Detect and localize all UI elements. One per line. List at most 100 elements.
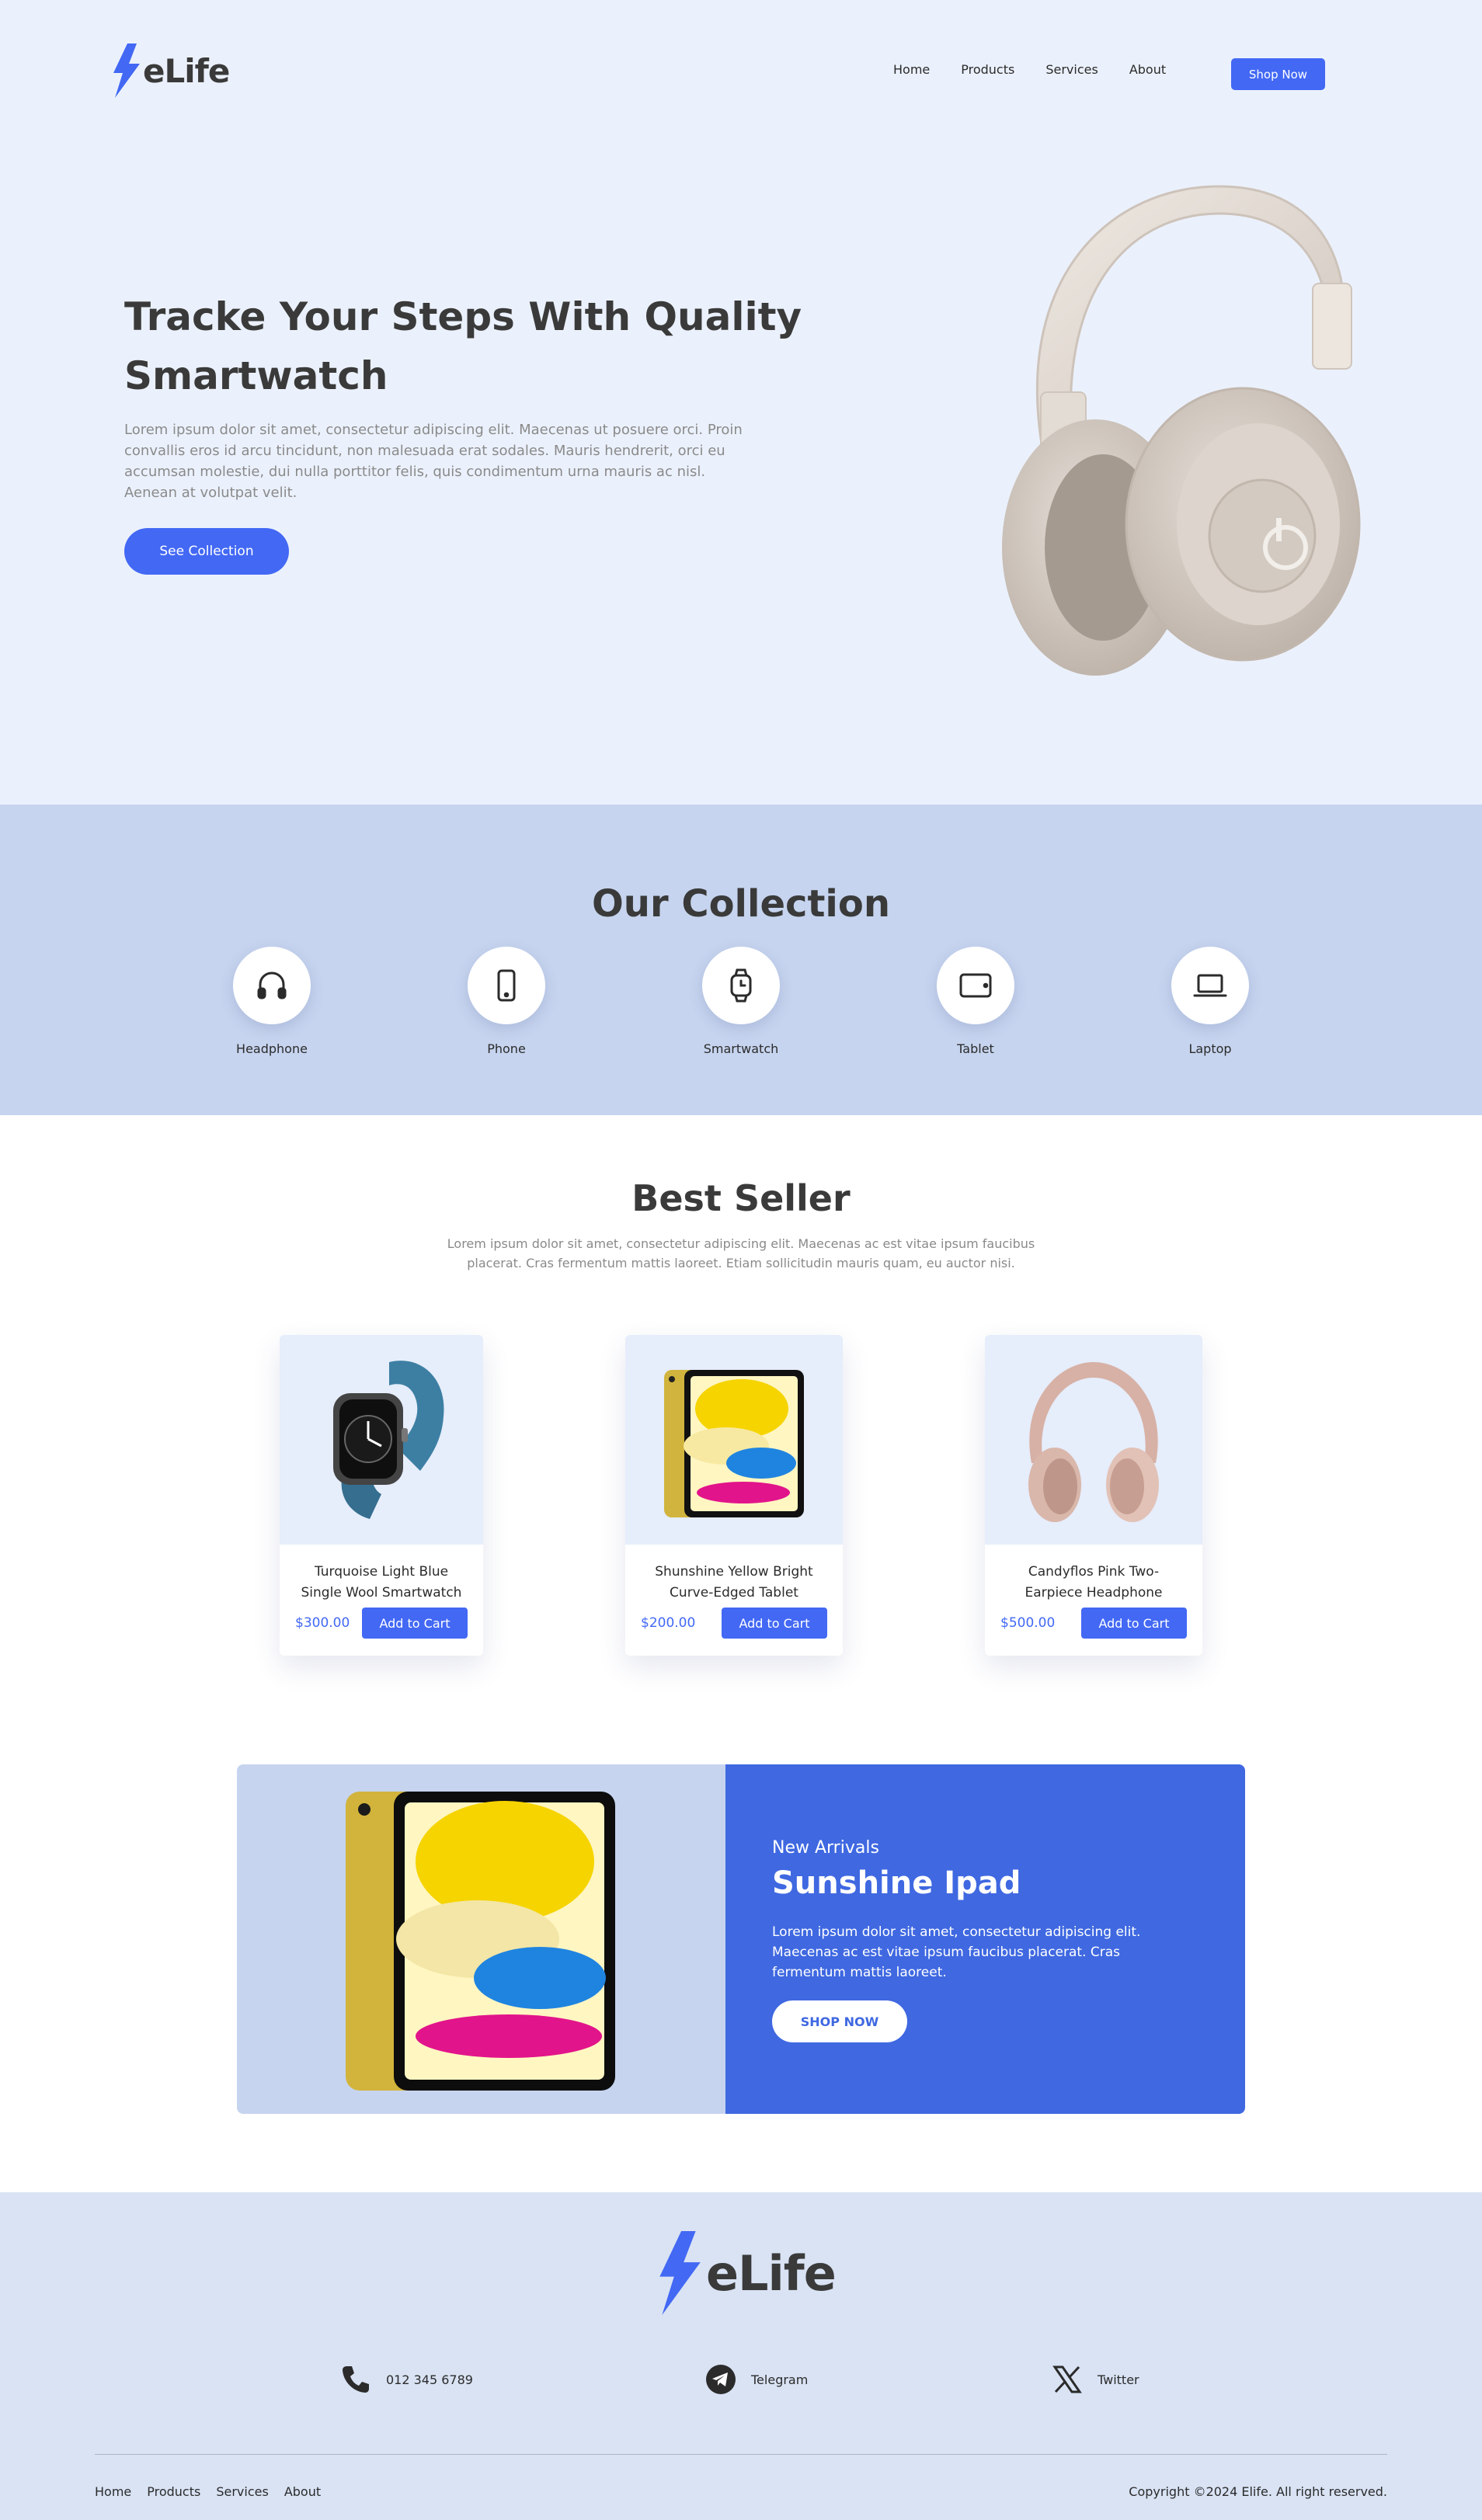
collection-label: Laptop	[1188, 1041, 1232, 1056]
nav-services[interactable]: Services	[1045, 62, 1098, 77]
footer-logo[interactable]: eLife	[655, 2231, 837, 2315]
main-nav: Home Products Services About	[893, 62, 1166, 77]
product-price: $300.00	[295, 1615, 350, 1631]
phone-handset-icon	[339, 2363, 372, 2396]
product-image	[985, 1335, 1202, 1545]
collection-label: Smartwatch	[703, 1041, 779, 1056]
product-name-line: Curve-Edged Tablet	[670, 1585, 798, 1601]
collection-label: Phone	[487, 1041, 526, 1056]
contact-twitter[interactable]: Twitter	[1051, 2363, 1139, 2396]
footer: eLife 012 345 6789 Telegram Twitter Home…	[0, 2192, 1482, 2520]
best-seller-title: Best Seller	[631, 1177, 851, 1219]
footer-nav: Home Products Services About	[95, 2484, 336, 2499]
phone-icon	[497, 969, 516, 1002]
product-name-line: Earpiece Headphone	[1025, 1585, 1163, 1601]
collection-icon-circle	[468, 947, 545, 1024]
footer-nav-home[interactable]: Home	[95, 2484, 131, 2499]
hero-desc-line: Lorem ipsum dolor sit amet, consectetur …	[124, 422, 743, 438]
add-to-cart-button[interactable]: Add to Cart	[722, 1608, 827, 1639]
product-image	[280, 1335, 483, 1545]
shop-now-button[interactable]: Shop Now	[1231, 58, 1325, 90]
copyright: Copyright ©2024 Elife. All right reserve…	[1129, 2484, 1387, 2499]
footer-nav-products[interactable]: Products	[147, 2484, 200, 2499]
x-twitter-icon	[1051, 2363, 1084, 2396]
contact-phone-text: 012 345 6789	[386, 2372, 473, 2387]
lightning-bolt-icon	[113, 43, 140, 98]
product-name-line: Candyflos Pink Two-	[1028, 1564, 1160, 1580]
footer-divider	[95, 2454, 1387, 2455]
product-price: $200.00	[641, 1615, 696, 1631]
see-collection-button[interactable]: See Collection	[124, 528, 289, 575]
hero-desc-line: accumsan molestie, dui nulla porttitor f…	[124, 464, 706, 480]
product-name-line: Turquoise Light Blue	[314, 1564, 449, 1580]
hero-title-line-1: Tracke Your Steps With Quality	[124, 294, 802, 339]
collection-icon-circle	[1171, 947, 1249, 1024]
smartwatch-image	[333, 1361, 444, 1519]
hero-desc-line: Aenean at volutpat velit.	[124, 485, 297, 501]
promo-description: Lorem ipsum dolor sit amet, consectetur …	[772, 1922, 1207, 1983]
hero-desc-line: convallis eros id arcu tincidunt, non ma…	[124, 443, 725, 459]
best-desc-line: placerat. Cras fermentum mattis laoreet.…	[467, 1256, 1015, 1270]
brand-name: eLife	[706, 2244, 837, 2302]
collection-section: Our Collection Headphone Phone Smartwatc…	[0, 805, 1482, 1115]
telegram-icon	[704, 2363, 737, 2396]
hero-title: Tracke Your Steps With Quality Smartwatc…	[124, 287, 808, 405]
product-name: Turquoise Light Blue Single Wool Smartwa…	[280, 1562, 483, 1604]
hero-section: eLife Home Products Services About Shop …	[0, 0, 1482, 805]
product-name: Shunshine Yellow Bright Curve-Edged Tabl…	[625, 1562, 843, 1604]
product-price: $500.00	[1000, 1615, 1056, 1631]
laptop-icon	[1193, 974, 1227, 997]
header-logo[interactable]: eLife	[110, 43, 230, 98]
best-seller-description: Lorem ipsum dolor sit amet, consectetur …	[0, 1234, 1482, 1273]
nav-about[interactable]: About	[1129, 62, 1166, 77]
collection-item-laptop[interactable]: Laptop	[1140, 947, 1280, 1056]
product-image	[625, 1335, 843, 1545]
footer-nav-about[interactable]: About	[284, 2484, 321, 2499]
promo-desc-line: Lorem ipsum dolor sit amet, consectetur …	[772, 1924, 1141, 1940]
nav-products[interactable]: Products	[961, 62, 1014, 77]
collection-icon-circle	[233, 947, 311, 1024]
collection-item-headphone[interactable]: Headphone	[202, 947, 342, 1056]
hero-title-line-2: Smartwatch	[124, 353, 388, 398]
headphone-icon	[257, 972, 287, 999]
ipad-image	[345, 1792, 615, 2091]
contact-phone[interactable]: 012 345 6789	[339, 2363, 473, 2396]
collection-label: Tablet	[957, 1041, 994, 1056]
promo-shop-now-button[interactable]: SHOP NOW	[772, 2000, 907, 2042]
promo-text-panel: New Arrivals Sunshine Ipad Lorem ipsum d…	[725, 1764, 1245, 2114]
add-to-cart-button[interactable]: Add to Cart	[362, 1608, 468, 1639]
new-arrivals-banner: New Arrivals Sunshine Ipad Lorem ipsum d…	[237, 1764, 1245, 2114]
headphone-image	[1028, 1362, 1159, 1522]
product-card: Shunshine Yellow Bright Curve-Edged Tabl…	[625, 1335, 843, 1656]
tablet-icon	[959, 973, 992, 998]
collection-title: Our Collection	[591, 882, 891, 926]
product-footer: $500.00 Add to Cart	[1000, 1608, 1187, 1639]
product-card: Candyflos Pink Two- Earpiece Headphone $…	[985, 1335, 1202, 1656]
product-name-line: Single Wool Smartwatch	[301, 1585, 462, 1601]
collection-item-phone[interactable]: Phone	[437, 947, 576, 1056]
nav-home[interactable]: Home	[893, 62, 930, 77]
collection-icon-circle	[702, 947, 780, 1024]
promo-desc-line: fermentum mattis laoreet.	[772, 1965, 947, 1980]
lightning-bolt-icon	[659, 2231, 701, 2315]
product-footer: $300.00 Add to Cart	[295, 1608, 468, 1639]
collection-item-smartwatch[interactable]: Smartwatch	[671, 947, 811, 1056]
collection-item-tablet[interactable]: Tablet	[906, 947, 1045, 1056]
add-to-cart-button[interactable]: Add to Cart	[1081, 1608, 1187, 1639]
product-name-line: Shunshine Yellow Bright	[655, 1564, 813, 1580]
contact-telegram[interactable]: Telegram	[704, 2363, 808, 2396]
product-footer: $200.00 Add to Cart	[641, 1608, 827, 1639]
hero-description: Lorem ipsum dolor sit amet, consectetur …	[124, 419, 746, 503]
contact-telegram-text: Telegram	[751, 2372, 809, 2387]
promo-title: Sunshine Ipad	[772, 1865, 1021, 1901]
collection-icon-circle	[937, 947, 1014, 1024]
tablet-image	[664, 1370, 804, 1517]
promo-desc-line: Maecenas ac est vitae ipsum faucibus pla…	[772, 1945, 1121, 1960]
product-name: Candyflos Pink Two- Earpiece Headphone	[985, 1562, 1202, 1604]
promo-image-panel	[237, 1764, 725, 2114]
headphones-image	[1002, 185, 1361, 676]
contact-twitter-text: Twitter	[1098, 2372, 1139, 2387]
collection-label: Headphone	[236, 1041, 308, 1056]
footer-nav-services[interactable]: Services	[216, 2484, 268, 2499]
best-seller-section: Best Seller Lorem ipsum dolor sit amet, …	[0, 1115, 1482, 2192]
